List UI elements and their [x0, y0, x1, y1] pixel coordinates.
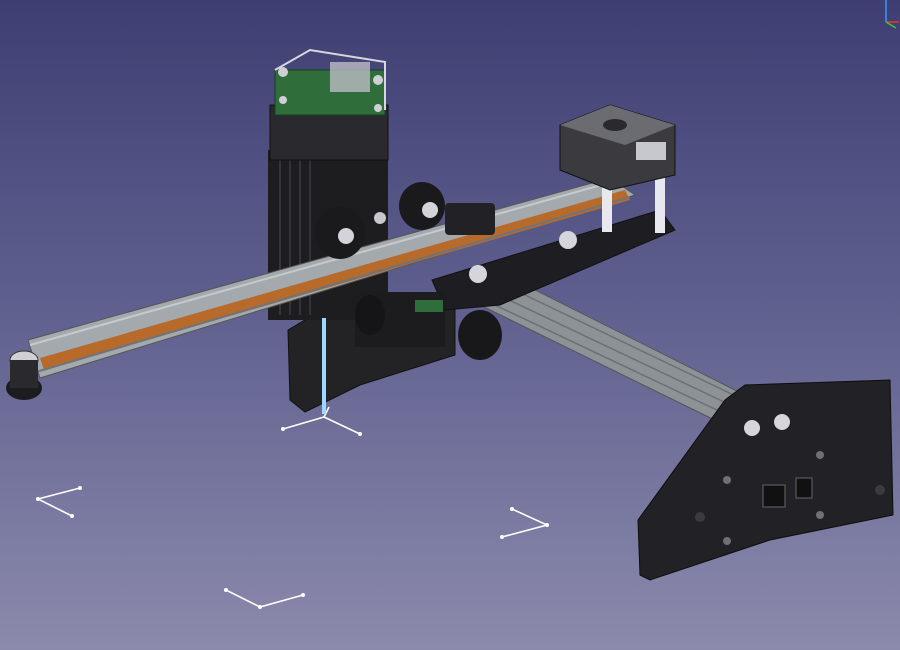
corner-bracket-icon — [225, 589, 304, 608]
axis-cross-icon — [282, 406, 361, 435]
marker-dots — [36, 427, 549, 609]
front-side-plate[interactable] — [637, 379, 894, 581]
cad-scene[interactable] — [0, 0, 900, 650]
belt-clamp[interactable] — [445, 203, 495, 235]
usb-port — [762, 484, 786, 508]
3d-viewport[interactable] — [0, 0, 900, 650]
corner-bracket-icon — [501, 508, 550, 538]
ground-markers — [35, 406, 550, 608]
axis-indicator[interactable] — [885, 0, 899, 29]
corner-bracket-icon — [35, 487, 81, 517]
power-jack — [795, 477, 813, 499]
laser-beam — [322, 318, 326, 414]
idler-pulley[interactable] — [6, 350, 42, 400]
